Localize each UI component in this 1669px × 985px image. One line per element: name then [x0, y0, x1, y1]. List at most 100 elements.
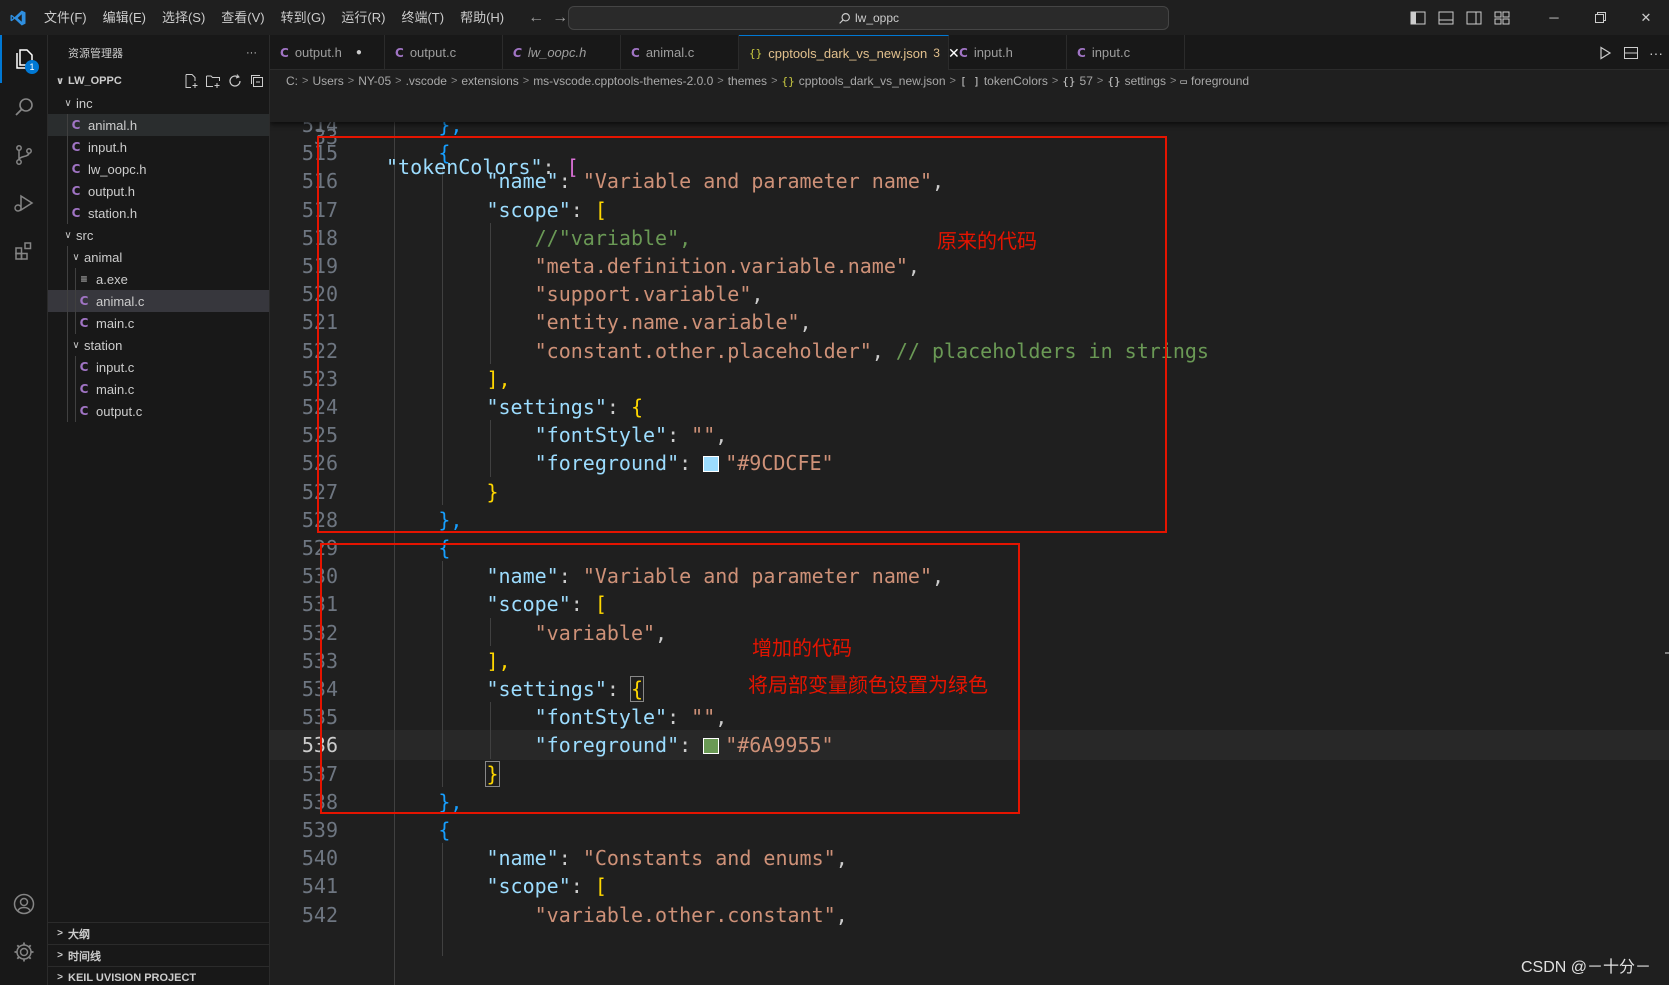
more-actions-icon[interactable]: ··· [246, 47, 257, 59]
menu-view[interactable]: 查看(V) [213, 0, 272, 35]
file-station-h[interactable]: C station.h [48, 202, 269, 224]
explorer-activity[interactable]: 1 [0, 35, 48, 83]
file-input-c[interactable]: C input.c [48, 356, 269, 378]
original-code-annotation: 原来的代码 [937, 229, 1037, 253]
crumb-tokencolors[interactable]: tokenColors [984, 74, 1048, 88]
json-bracket: { [438, 818, 451, 842]
menu-go[interactable]: 转到(G) [273, 0, 334, 35]
folder-src[interactable]: ∨ src [48, 224, 269, 246]
editor-tabs: C output.h ● C output.c C lw_oopc.h C an… [270, 35, 1669, 70]
object-icon: {} [1062, 74, 1076, 88]
run-debug-activity[interactable] [0, 179, 48, 227]
file-input-h[interactable]: C input.h [48, 136, 269, 158]
indent-guide [67, 246, 68, 268]
csdn-watermark: CSDN @－十分－ [1520, 959, 1651, 976]
file-output-h[interactable]: C output.h [48, 180, 269, 202]
menu-selection[interactable]: 选择(S) [154, 0, 213, 35]
file-output-c[interactable]: C output.c [48, 400, 269, 422]
folder-animal[interactable]: ∨ animal [48, 246, 269, 268]
toggle-primary-sidebar-icon[interactable] [1407, 0, 1429, 35]
outline-section[interactable]: > 大纲 [48, 922, 270, 944]
crumb-extensions[interactable]: extensions [461, 74, 518, 88]
window-actions: ─ ✕ [1407, 0, 1669, 35]
customize-layout-icon[interactable] [1491, 0, 1513, 35]
search-activity[interactable] [0, 83, 48, 131]
file-lw-oopc-h[interactable]: C lw_oopc.h [48, 158, 269, 180]
crumb-extension-folder[interactable]: ms-vscode.cpptools-themes-2.0.0 [533, 74, 713, 88]
file-animal-c[interactable]: C animal.c [48, 290, 269, 312]
more-actions-icon[interactable]: ··· [1649, 45, 1663, 61]
crumb-settings[interactable]: settings [1125, 74, 1166, 88]
new-file-icon[interactable] [183, 73, 199, 89]
vscode-logo-icon [0, 0, 36, 35]
restore-icon[interactable] [1577, 0, 1623, 35]
command-center-search[interactable]: lw_oppc [568, 6, 1169, 30]
indent-guide [67, 202, 68, 224]
file-label: input.c [96, 359, 135, 375]
indent-guide [75, 356, 76, 378]
file-a-exe[interactable]: ≡ a.exe [48, 268, 269, 290]
tab-input-h[interactable]: C input.h [949, 35, 1067, 70]
collapse-all-icon[interactable] [249, 73, 265, 89]
menu-run[interactable]: 运行(R) [333, 0, 393, 35]
split-editor-icon[interactable] [1623, 45, 1639, 61]
folder-station[interactable]: ∨ station [48, 334, 269, 356]
chevron-right-icon: > [57, 972, 63, 983]
json-string-value: "Constants and enums" [582, 846, 836, 871]
crumb-users[interactable]: Users [312, 74, 343, 88]
crumb-file[interactable]: cpptools_dark_vs_new.json [799, 74, 946, 88]
new-folder-icon[interactable] [205, 73, 221, 89]
forward-arrow-icon[interactable]: → [552, 9, 568, 27]
tab-output-c[interactable]: C output.c [385, 35, 503, 70]
back-arrow-icon[interactable]: ← [528, 9, 544, 27]
folder-label: animal [84, 249, 123, 265]
sticky-scroll-line[interactable]: 33 "tokenColors": [ [270, 92, 1669, 179]
folder-label: inc [76, 95, 93, 111]
tab-cpptools-json[interactable]: {} cpptools_dark_vs_new.json 3 ✕ [739, 35, 960, 70]
crumb-user[interactable]: NY-05 [358, 74, 391, 88]
file-animal-h[interactable]: C animal.h [48, 114, 269, 136]
manage-activity[interactable] [0, 928, 48, 976]
tab-input-c[interactable]: C input.c [1067, 35, 1185, 70]
search-icon [15, 98, 33, 116]
keil-project-section[interactable]: > KEIL UVISION PROJECT [48, 966, 270, 985]
tab-lw-oopc-h[interactable]: C lw_oopc.h [503, 35, 621, 70]
menu-terminal[interactable]: 终端(T) [393, 0, 452, 35]
crumb-index[interactable]: 57 [1080, 74, 1093, 88]
run-debug-icon [14, 194, 34, 212]
code-editor[interactable]: 33 "tokenColors": [ 514}, 515{516 "name": … [270, 92, 1669, 985]
string-property-icon: ▭ [1180, 74, 1188, 88]
refresh-icon[interactable] [227, 73, 243, 89]
tab-animal-c[interactable]: C animal.c [621, 35, 739, 70]
problems-count: 3 [933, 46, 940, 60]
file-main-c[interactable]: C main.c [48, 312, 269, 334]
file-label: main.c [96, 381, 135, 397]
crumb-foreground[interactable]: foreground [1191, 74, 1249, 88]
menu-help[interactable]: 帮助(H) [452, 0, 512, 35]
project-section-header[interactable]: ∨ LW_OPPC [48, 70, 269, 92]
file-label: lw_oopc.h [88, 161, 147, 177]
extensions-activity[interactable] [0, 227, 48, 275]
editor-actions: ··· [1597, 35, 1663, 70]
binary-file-icon: ≡ [80, 272, 88, 286]
menu-file[interactable]: 文件(F) [36, 0, 95, 35]
source-control-activity[interactable] [0, 131, 48, 179]
file-main-c[interactable]: C main.c [48, 378, 269, 400]
menu-edit[interactable]: 编辑(E) [95, 0, 154, 35]
modified-dot-icon[interactable]: ● [356, 47, 362, 58]
added-code-description: 将局部变量颜色设置为绿色 [748, 673, 988, 697]
toggle-secondary-sidebar-icon[interactable] [1463, 0, 1485, 35]
folder-inc[interactable]: ∨ inc [48, 92, 269, 114]
close-window-icon[interactable]: ✕ [1623, 0, 1669, 35]
crumb-vscode[interactable]: .vscode [406, 74, 447, 88]
timeline-section[interactable]: > 时间线 [48, 944, 270, 966]
toggle-panel-icon[interactable] [1435, 0, 1457, 35]
run-icon[interactable] [1597, 45, 1613, 61]
minimize-icon[interactable]: ─ [1531, 0, 1577, 35]
accounts-activity[interactable] [0, 880, 48, 928]
tab-output-h[interactable]: C output.h ● [270, 35, 385, 70]
crumb-themes[interactable]: themes [728, 74, 767, 88]
crumb-drive[interactable]: C: [286, 74, 298, 88]
c-file-icon: C [79, 404, 89, 418]
code-line: 33 "tokenColors": [ [270, 92, 1669, 179]
